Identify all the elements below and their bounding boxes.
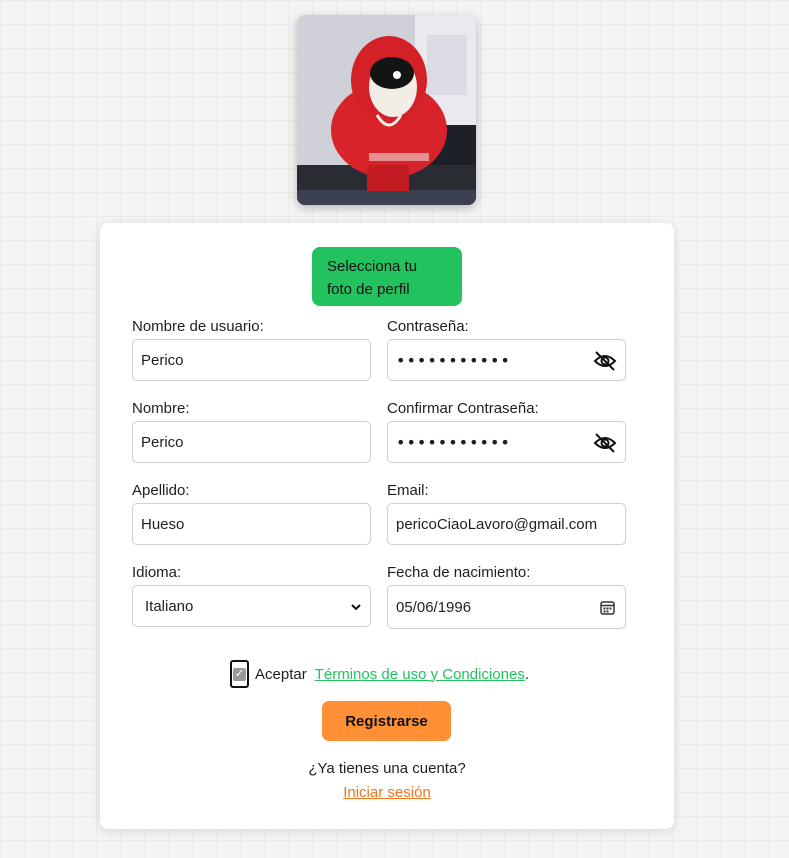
confirm-password-value: •••••••••••	[396, 432, 511, 452]
login-link-text[interactable]: Iniciar sesión	[343, 784, 431, 801]
confirm-password-label: Confirmar Contraseña:	[387, 400, 539, 417]
eye-slash-icon[interactable]	[593, 350, 617, 372]
register-card: Selecciona tu foto de perfil Nombre de u…	[100, 223, 674, 829]
photo-button-line1: Selecciona tu	[327, 258, 418, 275]
confirm-password-field[interactable]: •••••••••••	[387, 421, 626, 463]
password-label: Contraseña:	[387, 318, 469, 335]
terms-prefix: Aceptar	[255, 665, 307, 683]
select-profile-photo-button[interactable]: Selecciona tu foto de perfil	[312, 247, 462, 306]
first-name-value: Perico	[141, 433, 184, 451]
username-label: Nombre de usuario:	[132, 318, 264, 335]
first-name-label: Nombre:	[132, 400, 190, 417]
photo-button-line2: foto de perfil	[327, 281, 410, 298]
username-value: Perico	[141, 351, 184, 369]
last-name-value: Hueso	[141, 515, 185, 533]
birthdate-value: 05/06/1996	[396, 598, 472, 616]
email-field[interactable]: pericoCiaoLavoro@gmail.com	[387, 503, 626, 545]
language-select[interactable]: Italiano	[132, 585, 371, 627]
birthdate-label: Fecha de nacimiento:	[387, 564, 531, 581]
last-name-field[interactable]: Hueso	[132, 503, 371, 545]
terms-row: ✓ Aceptar Términos de uso y Condiciones …	[230, 659, 550, 689]
terms-link[interactable]: Términos de uso y Condiciones	[315, 666, 525, 683]
language-label: Idioma:	[132, 564, 182, 581]
language-value: Italiano	[145, 597, 194, 615]
username-field[interactable]: Perico	[132, 339, 371, 381]
check-icon: ✓	[233, 667, 246, 681]
last-name-label: Apellido:	[132, 482, 190, 499]
chevron-down-icon	[351, 604, 361, 611]
terms-suffix: .	[524, 665, 529, 683]
terms-checkbox[interactable]: ✓	[230, 660, 249, 688]
email-value: pericoCiaoLavoro@gmail.com	[396, 515, 598, 533]
account-question: ¿Ya tienes una cuenta?	[308, 760, 466, 777]
email-label: Email:	[387, 482, 429, 499]
login-link[interactable]: Iniciar sesión	[100, 784, 674, 801]
register-button[interactable]: Registrarse	[322, 701, 451, 741]
profile-avatar	[297, 15, 476, 205]
password-value: •••••••••••	[396, 350, 511, 370]
calendar-icon[interactable]	[600, 600, 615, 615]
first-name-field[interactable]: Perico	[132, 421, 371, 463]
password-field[interactable]: •••••••••••	[387, 339, 626, 381]
eye-slash-icon[interactable]	[593, 432, 617, 454]
birthdate-field[interactable]: 05/06/1996	[387, 585, 626, 629]
